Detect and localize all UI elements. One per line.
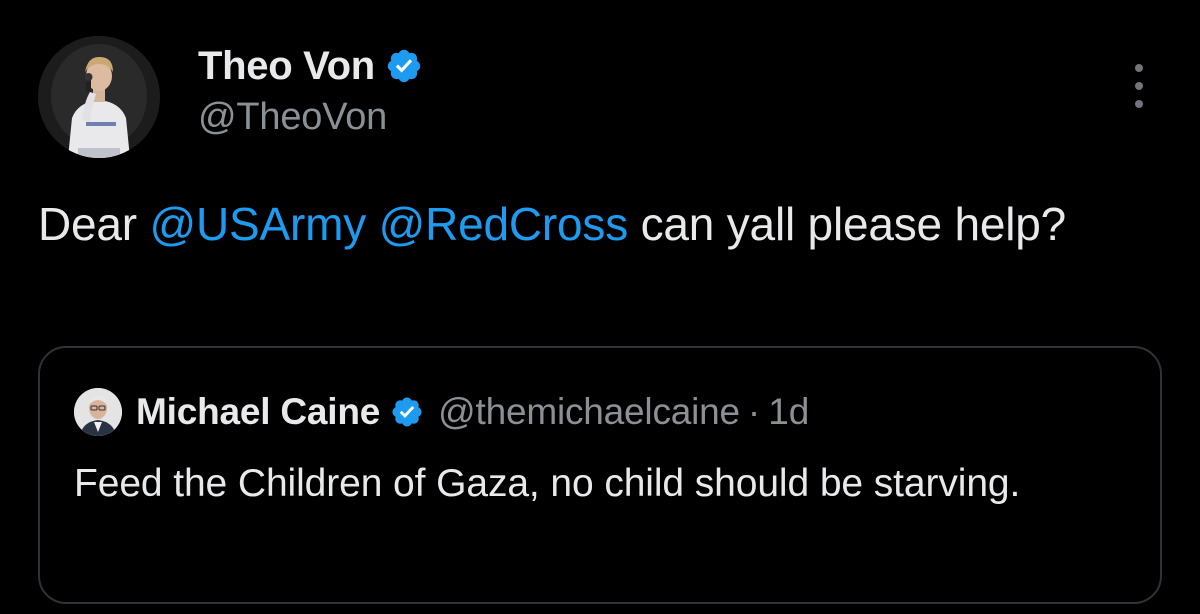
quoted-separator: · (747, 391, 761, 432)
quoted-author-handle[interactable]: @themichaelcaine (438, 391, 740, 433)
author-name-row: Theo Von (198, 40, 423, 92)
quoted-timestamp[interactable]: 1d (768, 391, 809, 433)
quoted-post[interactable]: Michael Caine @themichaelcaine · 1d Feed… (38, 346, 1162, 604)
author-handle[interactable]: @TheoVon (198, 96, 423, 139)
quoted-post-text: Feed the Children of Gaza, no child shou… (74, 462, 1021, 505)
post-text-prefix: Dear (38, 198, 150, 250)
quoted-author-display-name[interactable]: Michael Caine (136, 391, 380, 433)
verified-badge-icon (385, 47, 423, 85)
post-text: Dear @USArmy @RedCross can yall please h… (38, 188, 1158, 260)
more-options-icon[interactable] (1126, 64, 1152, 108)
more-dot (1135, 82, 1143, 90)
quoted-post-header: Michael Caine @themichaelcaine · 1d (74, 388, 809, 436)
author-display-name[interactable]: Theo Von (198, 44, 375, 89)
post: Theo Von @TheoVon Dear @USArmy @RedCross… (0, 0, 1200, 614)
more-dot (1135, 64, 1143, 72)
author-info: Theo Von @TheoVon (198, 40, 423, 139)
mention-redcross[interactable]: @RedCross (379, 198, 629, 250)
post-text-suffix: can yall please help? (628, 198, 1067, 250)
more-dot (1135, 100, 1143, 108)
author-avatar[interactable] (38, 36, 160, 158)
quoted-verified-badge-icon (390, 395, 424, 429)
quoted-author-avatar[interactable] (74, 388, 122, 436)
mention-usarmy[interactable]: @USArmy (150, 198, 367, 250)
